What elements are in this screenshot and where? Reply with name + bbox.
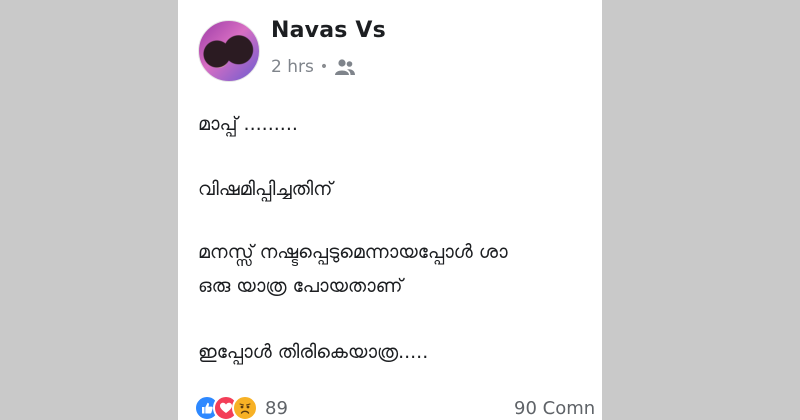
post-text-line-3: മനസ്സ് നഷ്ടപ്പെടുമെന്നായപ്പോൾ ശാ	[198, 241, 508, 263]
comments-count-link[interactable]: 90 Comn	[514, 398, 595, 419]
reactions-summary[interactable]: 89	[194, 395, 288, 420]
friends-icon[interactable]	[334, 58, 356, 76]
post-text-line-2: വിഷമിപ്പിച്ചതിന്	[198, 178, 333, 200]
post-timestamp[interactable]: 2 hrs	[271, 57, 314, 77]
post-text-line-4: ഒരു യാത്ര പോയതാണ്	[198, 275, 403, 297]
facebook-post-card: Navas Vs 2 hrs • മാപ്പ് ......... വിഷമിപ…	[178, 0, 602, 420]
reaction-count: 89	[265, 397, 288, 419]
screenshot-frame: Navas Vs 2 hrs • മാപ്പ് ......... വിഷമിപ…	[0, 0, 800, 420]
post-meta: 2 hrs •	[271, 56, 356, 78]
meta-separator: •	[319, 59, 329, 75]
post-text-line-5: ഇപ്പോൾ തിരികെയാത്ര.....	[198, 341, 429, 363]
post-text-line-1: മാപ്പ് .........	[198, 113, 298, 135]
sad-icon	[232, 395, 258, 420]
author-name[interactable]: Navas Vs	[271, 18, 386, 43]
author-avatar[interactable]	[198, 20, 260, 82]
